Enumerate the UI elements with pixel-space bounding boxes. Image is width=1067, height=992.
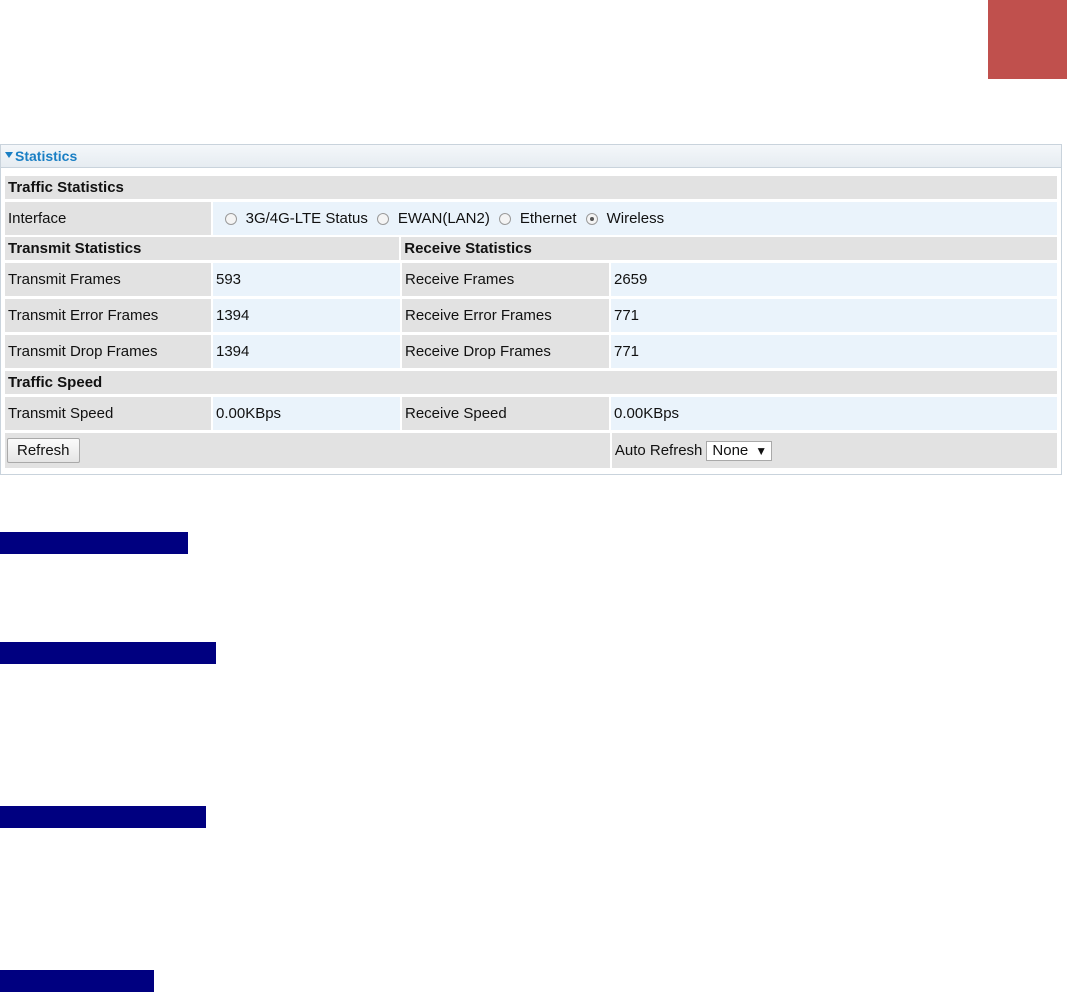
highlight-bar-2 [0, 642, 216, 664]
radio-wireless[interactable] [585, 212, 598, 225]
traffic-speed-heading-row: Traffic Speed [5, 371, 1057, 394]
interface-option-3g4g[interactable]: 3G/4G-LTE Status [224, 210, 368, 227]
traffic-speed-heading: Traffic Speed [5, 371, 1057, 394]
highlight-bar-1 [0, 532, 188, 554]
receive-drop-frames-value: 771 [611, 335, 1057, 368]
transmit-frames-value: 593 [213, 263, 400, 296]
panel-header[interactable]: Statistics [1, 145, 1061, 168]
transmit-speed-value: 0.00KBps [213, 397, 400, 430]
corner-decoration [988, 0, 1067, 79]
transmit-statistics-heading: Transmit Statistics [5, 237, 400, 260]
interface-row: Interface 3G/4G-LTE Status EWAN(LAN2) Et… [5, 202, 1057, 235]
radio-3g4g[interactable] [224, 212, 237, 225]
interface-radio-group: 3G/4G-LTE Status EWAN(LAN2) Ethernet Wir… [212, 202, 1057, 235]
receive-speed-label: Receive Speed [402, 397, 609, 430]
radio-ewan[interactable] [376, 212, 389, 225]
transmit-error-frames-label: Transmit Error Frames [5, 299, 211, 332]
receive-error-frames-label: Receive Error Frames [402, 299, 609, 332]
refresh-cell: Refresh [5, 433, 610, 468]
transmit-drop-frames-label: Transmit Drop Frames [5, 335, 211, 368]
panel-title: Statistics [15, 148, 78, 164]
transmit-drop-frames-value: 1394 [213, 335, 400, 368]
statistics-panel: Statistics Traffic Statistics Interface … [0, 144, 1062, 475]
radio-ethernet[interactable] [498, 212, 511, 225]
interface-label: Interface [5, 202, 211, 235]
interface-option-label: Ethernet [519, 210, 577, 227]
auto-refresh-label: Auto Refresh [614, 442, 703, 459]
auto-refresh-cell: Auto Refresh None ▼ [611, 433, 1057, 468]
receive-statistics-heading: Receive Statistics [401, 237, 1057, 260]
stats-row: Transmit Error Frames 1394 Receive Error… [5, 299, 1057, 332]
dropdown-arrow-icon: ▼ [755, 443, 768, 458]
refresh-button[interactable]: Refresh [7, 438, 80, 463]
interface-option-ethernet[interactable]: Ethernet [498, 210, 577, 227]
transmit-frames-label: Transmit Frames [5, 263, 211, 296]
interface-option-wireless[interactable]: Wireless [585, 210, 665, 227]
controls-row: Refresh Auto Refresh None ▼ [5, 433, 1057, 468]
traffic-statistics-row: Traffic Statistics [5, 176, 1057, 199]
receive-drop-frames-label: Receive Drop Frames [402, 335, 609, 368]
receive-frames-value: 2659 [611, 263, 1057, 296]
transmit-error-frames-value: 1394 [213, 299, 400, 332]
receive-frames-label: Receive Frames [402, 263, 609, 296]
interface-option-ewan[interactable]: EWAN(LAN2) [376, 210, 490, 227]
interface-option-label: EWAN(LAN2) [397, 210, 490, 227]
receive-speed-value: 0.00KBps [611, 397, 1057, 430]
auto-refresh-select[interactable]: None ▼ [706, 440, 773, 461]
highlight-bar-4 [0, 970, 154, 992]
collapse-triangle-icon[interactable] [5, 151, 13, 158]
stats-row: Transmit Frames 593 Receive Frames 2659 [5, 263, 1057, 296]
interface-option-label: Wireless [606, 210, 665, 227]
receive-error-frames-value: 771 [611, 299, 1057, 332]
speed-row: Transmit Speed 0.00KBps Receive Speed 0.… [5, 397, 1057, 430]
stats-heading-row: Transmit Statistics Receive Statistics [5, 237, 1057, 260]
transmit-speed-label: Transmit Speed [5, 397, 211, 430]
auto-refresh-value: None [712, 442, 749, 459]
highlight-bar-3 [0, 806, 206, 828]
traffic-statistics-heading: Traffic Statistics [5, 176, 1057, 199]
interface-option-label: 3G/4G-LTE Status [245, 210, 368, 227]
stats-row: Transmit Drop Frames 1394 Receive Drop F… [5, 335, 1057, 368]
